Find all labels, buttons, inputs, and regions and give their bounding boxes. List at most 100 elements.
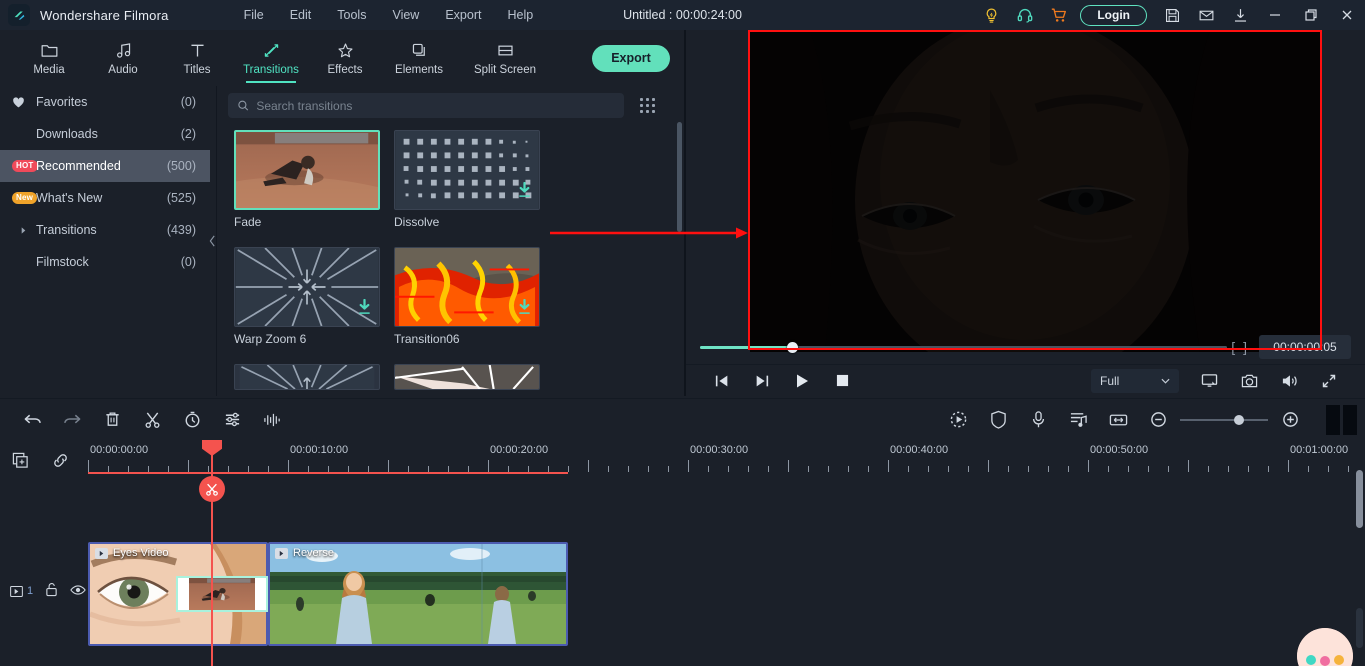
timeline-playhead[interactable] — [199, 440, 225, 666]
lightbulb-icon[interactable] — [974, 0, 1008, 30]
zoom-out-button[interactable] — [1138, 399, 1178, 441]
timeline-zoom-track[interactable] — [1180, 414, 1268, 425]
sidebar-item-filmstock[interactable]: Filmstock (0) — [0, 246, 210, 278]
adjust-button[interactable] — [212, 399, 252, 441]
speed-button[interactable] — [172, 399, 212, 441]
transition-tile-partial-right[interactable] — [394, 364, 540, 390]
timeline-vertical-scrollbar[interactable] — [1356, 470, 1363, 528]
eye-visible-icon[interactable] — [70, 584, 86, 599]
close-icon[interactable] — [1329, 0, 1365, 30]
audio-beat-button[interactable] — [1058, 399, 1098, 441]
login-button[interactable]: Login — [1080, 4, 1147, 26]
timeline-horizontal-scrollbar[interactable] — [1356, 608, 1363, 648]
transition-tile-fade[interactable]: Fade — [234, 130, 380, 229]
sidebar-item-whats-new[interactable]: New What's New (525) — [0, 182, 210, 214]
transition-label-fade: Fade — [234, 215, 262, 229]
save-icon[interactable] — [1155, 0, 1189, 30]
redo-button[interactable] — [52, 399, 92, 441]
minimize-icon[interactable] — [1257, 0, 1293, 30]
video-preview[interactable] — [750, 30, 1320, 352]
split-screen-icon — [497, 45, 513, 55]
shopping-cart-icon[interactable] — [1042, 0, 1076, 30]
headset-icon[interactable] — [1008, 0, 1042, 30]
split-button[interactable] — [132, 399, 172, 441]
menu-export[interactable]: Export — [432, 4, 494, 26]
ruler-tick-minor — [1228, 466, 1229, 472]
sidebar-item-favorites[interactable]: Favorites (0) — [0, 86, 210, 118]
tab-audio[interactable]: Audio — [86, 31, 160, 85]
mark-out-icon[interactable]: ] — [1243, 339, 1247, 355]
tab-effects[interactable]: Effects — [308, 31, 382, 85]
download-icon[interactable] — [517, 298, 532, 321]
transition-tile-dissolve[interactable]: Dissolve — [394, 130, 540, 229]
download-icon[interactable] — [1223, 0, 1257, 30]
browser-scrollbar[interactable] — [677, 112, 682, 402]
sidebar-item-downloads[interactable]: Downloads (2) — [0, 118, 210, 150]
menu-tools[interactable]: Tools — [324, 4, 379, 26]
tab-media[interactable]: Media — [12, 31, 86, 85]
timeline-clip-reverse[interactable]: Reverse — [268, 542, 568, 646]
audio-waveform-button[interactable] — [252, 399, 292, 441]
scissors-playhead-icon[interactable] — [199, 476, 225, 502]
menu-view[interactable]: View — [379, 4, 432, 26]
zoom-in-button[interactable] — [1270, 399, 1310, 441]
unlock-icon[interactable] — [45, 582, 58, 600]
motion-tracking-button[interactable] — [938, 399, 978, 441]
search-box[interactable] — [228, 93, 624, 118]
volume-button[interactable] — [1269, 365, 1309, 397]
preview-quality-select[interactable]: Full — [1091, 368, 1179, 393]
dragged-transition-fade[interactable] — [176, 576, 268, 612]
text-t-icon — [190, 44, 204, 57]
delete-button[interactable] — [92, 399, 132, 441]
menu-help[interactable]: Help — [494, 4, 546, 26]
undo-button[interactable] — [12, 399, 52, 441]
sidebar-collapse-handle[interactable] — [208, 228, 216, 254]
fit-timeline-button[interactable] — [1098, 399, 1138, 441]
transition-tile-warp-zoom-6[interactable]: Warp Zoom 6 — [234, 247, 380, 346]
grid-view-icon[interactable] — [634, 93, 660, 118]
export-button[interactable]: Export — [592, 44, 670, 72]
download-icon[interactable] — [357, 298, 372, 321]
render-preview-icon[interactable] — [1326, 404, 1357, 435]
add-media-icon[interactable] — [0, 448, 40, 472]
mail-icon[interactable] — [1189, 0, 1223, 30]
timeline-zoom-slider[interactable] — [1180, 414, 1268, 425]
menu-file[interactable]: File — [231, 4, 277, 26]
browser-scrollbar-thumb[interactable] — [677, 122, 682, 232]
restore-icon[interactable] — [1293, 0, 1329, 30]
timeline-zoom-handle[interactable] — [1234, 414, 1244, 425]
ruler-tick-minor — [1068, 466, 1069, 472]
download-icon[interactable] — [517, 181, 532, 204]
preview-screen-button[interactable] — [1189, 365, 1229, 397]
stabilization-button[interactable] — [978, 399, 1018, 441]
tab-split-screen[interactable]: Split Screen — [456, 31, 554, 85]
ruler-tick-minor — [1128, 466, 1129, 472]
next-frame-button[interactable] — [742, 365, 782, 397]
transition-thumb-dissolve — [394, 130, 540, 210]
annotation-arrow — [550, 227, 748, 239]
sidebar-item-transitions[interactable]: Transitions (439) — [0, 214, 210, 246]
tab-titles[interactable]: Titles — [160, 31, 234, 85]
ruler-tick-minor — [648, 466, 649, 472]
chevron-right-icon[interactable] — [12, 226, 36, 235]
preview-seek-bar[interactable] — [700, 341, 1228, 353]
search-input[interactable] — [256, 98, 615, 113]
preview-seek-handle[interactable] — [786, 341, 798, 353]
preview-timecode[interactable]: 00:00:00:05 — [1259, 335, 1351, 359]
previous-frame-button[interactable] — [702, 365, 742, 397]
sidebar-item-recommended[interactable]: HOT Recommended (500) — [0, 150, 210, 182]
fullscreen-button[interactable] — [1309, 365, 1349, 397]
transition-tile-partial-left[interactable] — [234, 364, 380, 390]
transition-tile-transition06[interactable]: Transition06 — [394, 247, 540, 346]
record-voiceover-button[interactable] — [1018, 399, 1058, 441]
snapshot-button[interactable] — [1229, 365, 1269, 397]
tab-transitions[interactable]: Transitions — [234, 31, 308, 85]
link-icon[interactable] — [40, 448, 80, 472]
ruler-tick-major — [1288, 460, 1289, 472]
play-button[interactable] — [782, 365, 822, 397]
ruler-tick-minor — [668, 466, 669, 472]
stop-button[interactable] — [822, 365, 862, 397]
tab-elements[interactable]: Elements — [382, 31, 456, 85]
mark-in-icon[interactable]: [ — [1231, 339, 1235, 355]
menu-edit[interactable]: Edit — [277, 4, 325, 26]
